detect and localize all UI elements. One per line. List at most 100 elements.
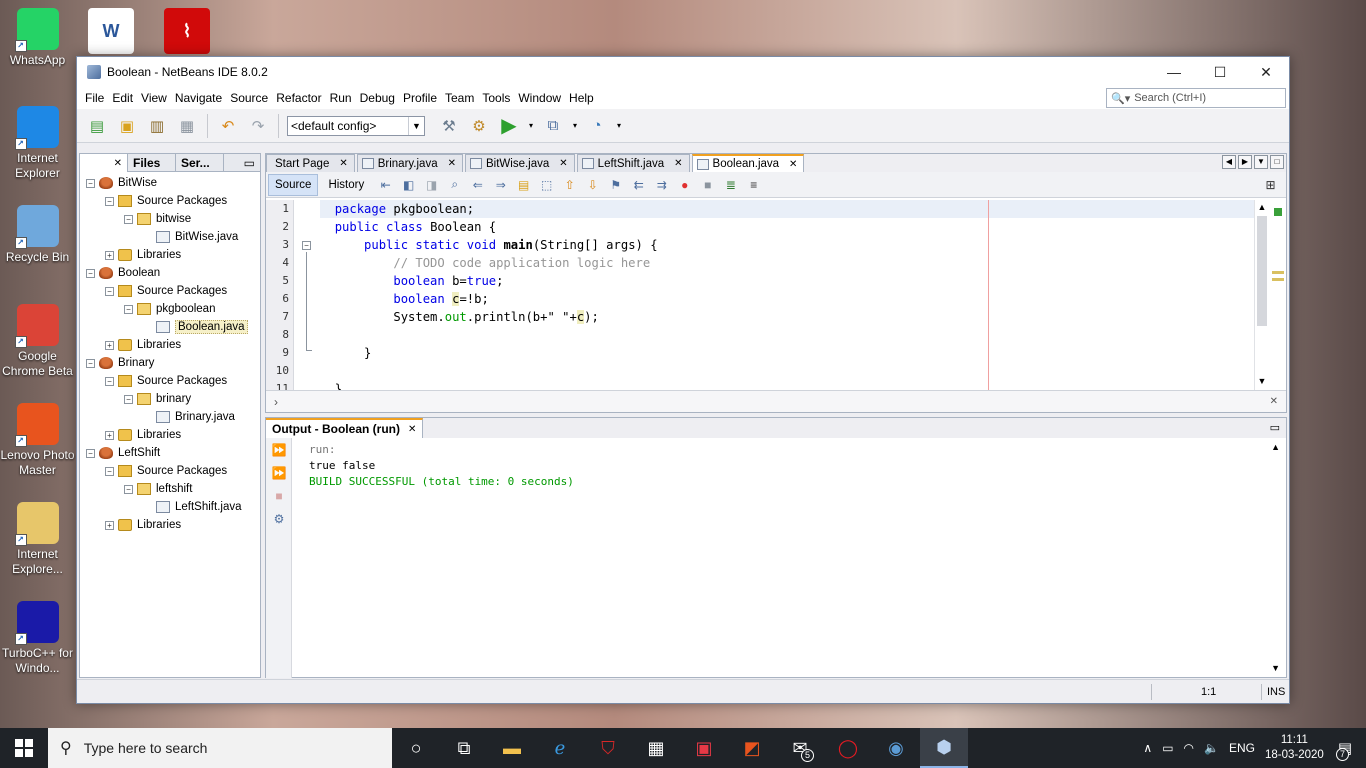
- forward-icon[interactable]: ◨: [423, 176, 440, 193]
- tree-node-java[interactable]: Boolean.java: [80, 318, 260, 336]
- toggle-rect-select-icon[interactable]: ⬚: [538, 176, 555, 193]
- scroll-up-icon[interactable]: ▲: [1255, 202, 1269, 212]
- menu-navigate[interactable]: Navigate: [171, 91, 226, 105]
- tree-toggle-icon[interactable]: −: [105, 286, 114, 296]
- back-icon[interactable]: ◧: [400, 176, 417, 193]
- scroll-thumb[interactable]: [1257, 216, 1267, 326]
- wifi-icon[interactable]: ◠: [1184, 741, 1194, 755]
- desktop-shortcut[interactable]: ↗ TurboC++ for Windo...: [0, 601, 75, 676]
- maximize-button[interactable]: ☐: [1197, 57, 1243, 87]
- mail-icon[interactable]: ✉ 5: [776, 728, 824, 768]
- tree-node-java[interactable]: Brinary.java: [80, 408, 260, 426]
- scroll-right-icon[interactable]: ▶: [1238, 155, 1252, 169]
- open-project-icon[interactable]: ▥: [145, 114, 169, 138]
- pdf-desktop-icon[interactable]: ⌇: [164, 8, 210, 54]
- shift-left-icon[interactable]: ⇇: [630, 176, 647, 193]
- tree-node-project[interactable]: − Brinary: [80, 354, 260, 372]
- tree-node-pkg[interactable]: − brinary: [80, 390, 260, 408]
- close-icon[interactable]: ✕: [339, 158, 347, 169]
- mcafee-icon[interactable]: ⛉: [584, 728, 632, 768]
- search-input[interactable]: 🔍▾ Search (Ctrl+I): [1106, 88, 1286, 108]
- file-explorer-icon[interactable]: ▬: [488, 728, 536, 768]
- tree-toggle-icon[interactable]: −: [124, 394, 133, 404]
- tree-node-project[interactable]: − Boolean: [80, 264, 260, 282]
- toggle-highlight-icon[interactable]: ▤: [515, 176, 532, 193]
- tree-toggle-icon[interactable]: −: [86, 268, 95, 278]
- split-editor-icon[interactable]: ⊞: [1262, 176, 1279, 193]
- tree-toggle-icon[interactable]: −: [86, 178, 95, 188]
- menu-refactor[interactable]: Refactor: [272, 91, 325, 105]
- start-button[interactable]: [0, 728, 48, 768]
- tree-node-pkgs[interactable]: − Source Packages: [80, 462, 260, 480]
- profile-dropdown-icon[interactable]: ▾: [615, 114, 623, 138]
- source-mode-button[interactable]: Source: [268, 173, 319, 196]
- debug-dropdown-icon[interactable]: ▾: [571, 114, 579, 138]
- close-icon[interactable]: ✕: [114, 158, 122, 169]
- tree-node-lib[interactable]: + Libraries: [80, 516, 260, 534]
- store-icon[interactable]: ▦: [632, 728, 680, 768]
- language-indicator[interactable]: ENG: [1229, 741, 1255, 755]
- record-macro-icon[interactable]: ●: [676, 176, 693, 193]
- office-icon[interactable]: ◩: [728, 728, 776, 768]
- stop-macro-icon[interactable]: ■: [699, 176, 716, 193]
- profile-icon[interactable]: ◔: [585, 114, 609, 138]
- tree-toggle-icon[interactable]: +: [105, 520, 114, 530]
- tab-files[interactable]: Files: [128, 154, 176, 172]
- tree-node-lib[interactable]: + Libraries: [80, 336, 260, 354]
- close-icon[interactable]: ✕: [674, 158, 682, 169]
- rerun-icon[interactable]: ⏩: [266, 438, 292, 461]
- menu-source[interactable]: Source: [226, 91, 272, 105]
- last-edit-icon[interactable]: ⇤: [377, 176, 394, 193]
- editor-tab[interactable]: LeftShift.java ✕: [576, 154, 690, 172]
- editor-tab[interactable]: Start Page ✕: [266, 154, 355, 172]
- toggle-bookmark-icon[interactable]: ⚑: [607, 176, 624, 193]
- desktop-shortcut[interactable]: ↗ Internet Explore...: [0, 502, 75, 577]
- next-bookmark-icon[interactable]: ⇩: [584, 176, 601, 193]
- uncomment-icon[interactable]: ≡: [745, 176, 762, 193]
- cortana-icon[interactable]: ○: [392, 728, 440, 768]
- task-view-icon[interactable]: ⧉: [440, 728, 488, 768]
- chrome-taskbar-icon[interactable]: ◉: [872, 728, 920, 768]
- menu-file[interactable]: File: [81, 91, 108, 105]
- output-text[interactable]: run: true false BUILD SUCCESSFUL (total …: [309, 442, 574, 490]
- maximize-editor-icon[interactable]: □: [1270, 155, 1284, 169]
- clean-build-icon[interactable]: ⚙: [467, 114, 491, 138]
- config-select[interactable]: <default config> ▼: [287, 115, 425, 136]
- tree-node-pkg[interactable]: − pkgboolean: [80, 300, 260, 318]
- new-file-icon[interactable]: ▤: [85, 114, 109, 138]
- find-next-icon[interactable]: ⇒: [492, 176, 509, 193]
- desktop-shortcut[interactable]: ↗ Google Chrome Beta: [0, 304, 75, 379]
- tree-node-pkgs[interactable]: − Source Packages: [80, 192, 260, 210]
- desktop-shortcut[interactable]: ↗ Lenovo Photo Master: [0, 403, 75, 478]
- reader-icon[interactable]: ▣: [680, 728, 728, 768]
- tree-toggle-icon[interactable]: +: [105, 430, 114, 440]
- tab-output[interactable]: Output - Boolean (run) ✕: [266, 418, 424, 438]
- tree-toggle-icon[interactable]: −: [124, 484, 133, 494]
- menu-help[interactable]: Help: [565, 91, 598, 105]
- find-icon[interactable]: ⌕: [446, 176, 463, 193]
- tree-toggle-icon[interactable]: +: [105, 340, 114, 350]
- redo-icon[interactable]: ↷: [246, 114, 270, 138]
- tree-toggle-icon[interactable]: −: [105, 376, 114, 386]
- tab-services[interactable]: Ser...: [176, 154, 224, 172]
- close-icon[interactable]: ✕: [448, 158, 456, 169]
- menu-edit[interactable]: Edit: [108, 91, 137, 105]
- chevron-up-icon[interactable]: ∧: [1143, 741, 1152, 755]
- tree-node-project[interactable]: − LeftShift: [80, 444, 260, 462]
- editor-tab[interactable]: Brinary.java ✕: [356, 154, 463, 172]
- minimize-panel-icon[interactable]: ▭: [239, 154, 260, 172]
- build-hammer-icon[interactable]: ⚒: [437, 114, 461, 138]
- close-icon[interactable]: ✕: [559, 158, 567, 169]
- stop-icon[interactable]: ■: [266, 484, 292, 507]
- menu-run[interactable]: Run: [326, 91, 356, 105]
- breadcrumb-arrow-icon[interactable]: ›: [274, 395, 278, 409]
- menu-profile[interactable]: Profile: [399, 91, 441, 105]
- tree-node-java[interactable]: LeftShift.java: [80, 498, 260, 516]
- scroll-down-icon[interactable]: ▼: [1255, 376, 1269, 386]
- tree-toggle-icon[interactable]: −: [105, 196, 114, 206]
- code-area[interactable]: 1 2 3 4 5 6 7 8 9 10 11 − package pkgboolean; publ…: [266, 200, 1286, 390]
- output-scroll-up-icon[interactable]: ▲: [1271, 442, 1280, 452]
- tree-toggle-icon[interactable]: −: [124, 304, 133, 314]
- run-dropdown-icon[interactable]: ▾: [527, 114, 535, 138]
- close-icon[interactable]: ✕: [408, 424, 416, 435]
